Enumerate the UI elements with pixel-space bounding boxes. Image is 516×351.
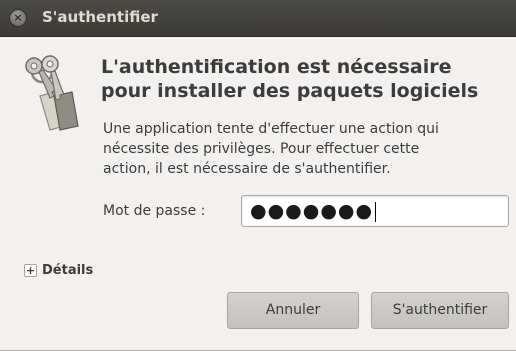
dialog-message: Une application tente d'effectuer une ac… (103, 119, 503, 179)
authenticate-button[interactable]: S'authentifier (371, 292, 509, 329)
heading-line-2: pour installer des paquets logiciels (101, 80, 479, 102)
message-line-1: Une application tente d'effectuer une ac… (103, 121, 439, 137)
window-title: S'authentifier (42, 8, 158, 26)
dialog-heading: L'authentification est nécessaire pour i… (101, 55, 511, 103)
password-label: Mot de passe : (103, 203, 206, 219)
password-field[interactable]: ●●●●●●● (241, 195, 509, 227)
auth-dialog: L'authentification est nécessaire pour i… (0, 37, 516, 351)
details-label: Détails (42, 263, 94, 278)
message-line-2: nécessite des privilèges. Pour effectuer… (103, 141, 420, 157)
message-line-3: action, il est nécessaire de s'authentif… (103, 161, 391, 177)
details-expander[interactable]: + Détails (24, 263, 93, 278)
cancel-button[interactable]: Annuler (227, 292, 359, 329)
password-value: ●●●●●●● (250, 200, 374, 222)
text-cursor (375, 201, 377, 222)
heading-line-1: L'authentification est nécessaire (101, 56, 452, 78)
close-icon[interactable]: × (9, 9, 27, 27)
title-bar: × S'authentifier (0, 0, 516, 37)
expand-plus-icon[interactable]: + (24, 264, 37, 277)
keys-icon (20, 52, 92, 136)
